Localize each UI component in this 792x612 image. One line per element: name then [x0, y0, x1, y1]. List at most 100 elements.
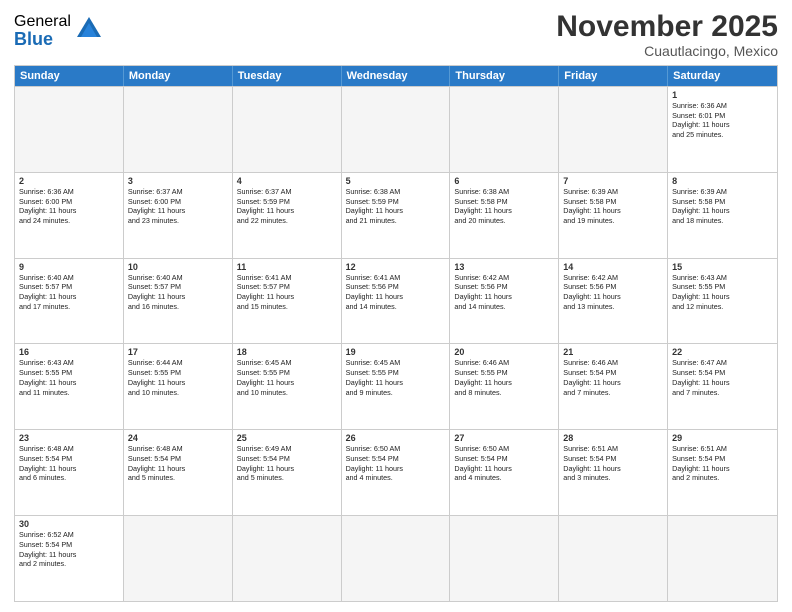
calendar-cell: 6Sunrise: 6:38 AM Sunset: 5:58 PM Daylig… — [450, 173, 559, 258]
title-block: November 2025 Cuautlacingo, Mexico — [556, 10, 778, 59]
day-number: 28 — [563, 433, 663, 443]
header-monday: Monday — [124, 66, 233, 86]
calendar-cell: 21Sunrise: 6:46 AM Sunset: 5:54 PM Dayli… — [559, 344, 668, 429]
cell-text: Sunrise: 6:45 AM Sunset: 5:55 PM Dayligh… — [237, 358, 337, 397]
calendar-cell: 11Sunrise: 6:41 AM Sunset: 5:57 PM Dayli… — [233, 259, 342, 344]
header-thursday: Thursday — [450, 66, 559, 86]
cell-text: Sunrise: 6:50 AM Sunset: 5:54 PM Dayligh… — [454, 444, 554, 483]
calendar-cell: 26Sunrise: 6:50 AM Sunset: 5:54 PM Dayli… — [342, 430, 451, 515]
cell-text: Sunrise: 6:39 AM Sunset: 5:58 PM Dayligh… — [563, 187, 663, 226]
cell-text: Sunrise: 6:37 AM Sunset: 6:00 PM Dayligh… — [128, 187, 228, 226]
cell-text: Sunrise: 6:42 AM Sunset: 5:56 PM Dayligh… — [563, 273, 663, 312]
cell-text: Sunrise: 6:37 AM Sunset: 5:59 PM Dayligh… — [237, 187, 337, 226]
header-friday: Friday — [559, 66, 668, 86]
day-number: 6 — [454, 176, 554, 186]
calendar-header: Sunday Monday Tuesday Wednesday Thursday… — [15, 66, 777, 86]
day-number: 9 — [19, 262, 119, 272]
calendar-row: 23Sunrise: 6:48 AM Sunset: 5:54 PM Dayli… — [15, 429, 777, 515]
day-number: 8 — [672, 176, 773, 186]
calendar-row: 1Sunrise: 6:36 AM Sunset: 6:01 PM Daylig… — [15, 86, 777, 172]
day-number: 12 — [346, 262, 446, 272]
logo: General Blue — [14, 14, 103, 48]
calendar-row: 16Sunrise: 6:43 AM Sunset: 5:55 PM Dayli… — [15, 343, 777, 429]
page: General Blue November 2025 Cuautlacingo,… — [0, 0, 792, 612]
cell-text: Sunrise: 6:36 AM Sunset: 6:01 PM Dayligh… — [672, 101, 773, 140]
day-number: 4 — [237, 176, 337, 186]
calendar-row: 30Sunrise: 6:52 AM Sunset: 5:54 PM Dayli… — [15, 515, 777, 601]
cell-text: Sunrise: 6:52 AM Sunset: 5:54 PM Dayligh… — [19, 530, 119, 569]
calendar-cell: 27Sunrise: 6:50 AM Sunset: 5:54 PM Dayli… — [450, 430, 559, 515]
cell-text: Sunrise: 6:40 AM Sunset: 5:57 PM Dayligh… — [19, 273, 119, 312]
calendar-cell — [450, 87, 559, 172]
day-number: 11 — [237, 262, 337, 272]
logo-general: General — [14, 14, 71, 30]
calendar: Sunday Monday Tuesday Wednesday Thursday… — [14, 65, 778, 602]
cell-text: Sunrise: 6:38 AM Sunset: 5:59 PM Dayligh… — [346, 187, 446, 226]
calendar-cell — [233, 87, 342, 172]
header-wednesday: Wednesday — [342, 66, 451, 86]
calendar-cell: 5Sunrise: 6:38 AM Sunset: 5:59 PM Daylig… — [342, 173, 451, 258]
cell-text: Sunrise: 6:40 AM Sunset: 5:57 PM Dayligh… — [128, 273, 228, 312]
calendar-cell — [342, 87, 451, 172]
calendar-cell: 2Sunrise: 6:36 AM Sunset: 6:00 PM Daylig… — [15, 173, 124, 258]
calendar-cell: 13Sunrise: 6:42 AM Sunset: 5:56 PM Dayli… — [450, 259, 559, 344]
subtitle: Cuautlacingo, Mexico — [556, 43, 778, 59]
day-number: 10 — [128, 262, 228, 272]
header-saturday: Saturday — [668, 66, 777, 86]
calendar-cell: 24Sunrise: 6:48 AM Sunset: 5:54 PM Dayli… — [124, 430, 233, 515]
day-number: 15 — [672, 262, 773, 272]
cell-text: Sunrise: 6:47 AM Sunset: 5:54 PM Dayligh… — [672, 358, 773, 397]
calendar-row: 9Sunrise: 6:40 AM Sunset: 5:57 PM Daylig… — [15, 258, 777, 344]
logo-blue: Blue — [14, 30, 71, 48]
calendar-cell — [342, 516, 451, 601]
calendar-cell: 3Sunrise: 6:37 AM Sunset: 6:00 PM Daylig… — [124, 173, 233, 258]
cell-text: Sunrise: 6:41 AM Sunset: 5:57 PM Dayligh… — [237, 273, 337, 312]
cell-text: Sunrise: 6:46 AM Sunset: 5:55 PM Dayligh… — [454, 358, 554, 397]
calendar-cell: 7Sunrise: 6:39 AM Sunset: 5:58 PM Daylig… — [559, 173, 668, 258]
header: General Blue November 2025 Cuautlacingo,… — [14, 10, 778, 59]
calendar-cell: 4Sunrise: 6:37 AM Sunset: 5:59 PM Daylig… — [233, 173, 342, 258]
calendar-cell: 29Sunrise: 6:51 AM Sunset: 5:54 PM Dayli… — [668, 430, 777, 515]
day-number: 20 — [454, 347, 554, 357]
calendar-cell: 19Sunrise: 6:45 AM Sunset: 5:55 PM Dayli… — [342, 344, 451, 429]
calendar-cell: 23Sunrise: 6:48 AM Sunset: 5:54 PM Dayli… — [15, 430, 124, 515]
cell-text: Sunrise: 6:48 AM Sunset: 5:54 PM Dayligh… — [19, 444, 119, 483]
calendar-cell: 30Sunrise: 6:52 AM Sunset: 5:54 PM Dayli… — [15, 516, 124, 601]
header-tuesday: Tuesday — [233, 66, 342, 86]
day-number: 16 — [19, 347, 119, 357]
day-number: 7 — [563, 176, 663, 186]
day-number: 29 — [672, 433, 773, 443]
calendar-cell: 15Sunrise: 6:43 AM Sunset: 5:55 PM Dayli… — [668, 259, 777, 344]
calendar-cell: 20Sunrise: 6:46 AM Sunset: 5:55 PM Dayli… — [450, 344, 559, 429]
day-number: 21 — [563, 347, 663, 357]
day-number: 2 — [19, 176, 119, 186]
calendar-cell: 25Sunrise: 6:49 AM Sunset: 5:54 PM Dayli… — [233, 430, 342, 515]
cell-text: Sunrise: 6:43 AM Sunset: 5:55 PM Dayligh… — [672, 273, 773, 312]
day-number: 1 — [672, 90, 773, 100]
calendar-cell: 22Sunrise: 6:47 AM Sunset: 5:54 PM Dayli… — [668, 344, 777, 429]
day-number: 3 — [128, 176, 228, 186]
day-number: 5 — [346, 176, 446, 186]
calendar-cell — [559, 87, 668, 172]
day-number: 18 — [237, 347, 337, 357]
calendar-cell: 17Sunrise: 6:44 AM Sunset: 5:55 PM Dayli… — [124, 344, 233, 429]
cell-text: Sunrise: 6:39 AM Sunset: 5:58 PM Dayligh… — [672, 187, 773, 226]
header-sunday: Sunday — [15, 66, 124, 86]
calendar-cell — [668, 516, 777, 601]
cell-text: Sunrise: 6:48 AM Sunset: 5:54 PM Dayligh… — [128, 444, 228, 483]
calendar-cell: 16Sunrise: 6:43 AM Sunset: 5:55 PM Dayli… — [15, 344, 124, 429]
calendar-cell: 10Sunrise: 6:40 AM Sunset: 5:57 PM Dayli… — [124, 259, 233, 344]
cell-text: Sunrise: 6:38 AM Sunset: 5:58 PM Dayligh… — [454, 187, 554, 226]
day-number: 22 — [672, 347, 773, 357]
logo-icon — [75, 15, 103, 43]
cell-text: Sunrise: 6:45 AM Sunset: 5:55 PM Dayligh… — [346, 358, 446, 397]
cell-text: Sunrise: 6:43 AM Sunset: 5:55 PM Dayligh… — [19, 358, 119, 397]
day-number: 25 — [237, 433, 337, 443]
calendar-cell — [124, 516, 233, 601]
cell-text: Sunrise: 6:36 AM Sunset: 6:00 PM Dayligh… — [19, 187, 119, 226]
day-number: 13 — [454, 262, 554, 272]
calendar-row: 2Sunrise: 6:36 AM Sunset: 6:00 PM Daylig… — [15, 172, 777, 258]
calendar-cell — [15, 87, 124, 172]
day-number: 30 — [19, 519, 119, 529]
calendar-cell: 18Sunrise: 6:45 AM Sunset: 5:55 PM Dayli… — [233, 344, 342, 429]
